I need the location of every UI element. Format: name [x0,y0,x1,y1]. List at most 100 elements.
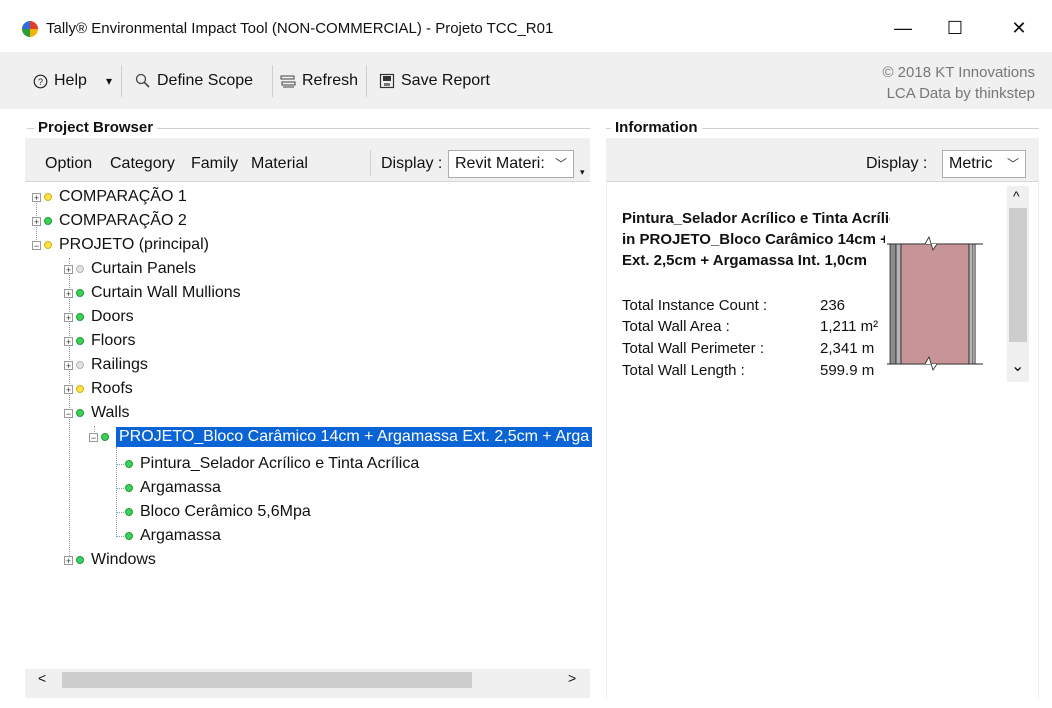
horizontal-scroll-thumb[interactable] [62,672,472,688]
information-title: Information [611,119,702,136]
tree-item-wall-type-selected[interactable]: − PROJETO_Bloco Carâmico 14cm + Argamass… [89,425,593,449]
collapse-icon[interactable]: − [64,408,73,418]
status-green-icon [76,289,84,297]
toolbar-separator [121,65,122,97]
expand-icon[interactable]: + [64,360,73,370]
tree-item-label: Curtain Panels [91,260,196,277]
overflow-icon[interactable]: ▾ [580,167,585,178]
tree-item-windows[interactable]: + Windows [64,548,156,572]
toolbar-separator [272,65,273,97]
expand-icon[interactable]: + [64,288,73,298]
stat-value: 599.9 m [820,362,875,379]
toolbar-separator [366,65,367,97]
wall-section-diagram [885,232,985,372]
help-button[interactable]: ? Help [33,70,87,92]
status-yellow-icon [76,385,84,393]
tree-item-comparacao-1[interactable]: + COMPARAÇÃO 1 [32,185,187,209]
expand-icon[interactable]: + [64,384,73,394]
help-dropdown-arrow[interactable]: ▾ [106,70,112,92]
info-display-label: Display : [866,155,928,172]
browser-display-dropdown[interactable]: Revit Materi: ﹀ [448,150,574,178]
sort-family-link[interactable]: Family [191,155,238,173]
info-heading-line: Ext. 2,5cm + Argamassa Int. 1,0cm [622,252,867,269]
stat-value: 2,341 m [820,340,875,357]
tree-connector [116,488,124,489]
status-green-icon [76,409,84,417]
tree-item-label: Argamassa [140,479,221,496]
sort-category-link[interactable]: Category [110,155,175,173]
scroll-down-arrow[interactable]: ⌄ [1011,356,1024,376]
save-report-label: Save Report [401,72,490,89]
sort-option-link[interactable]: Option [45,155,92,173]
browser-display-value: Revit Materi: [455,155,545,172]
tree-item-argamassa-int[interactable]: Argamassa [125,524,221,548]
stat-label: Total Wall Length : [622,362,745,379]
minimize-button[interactable]: — [880,12,926,44]
browser-display-label: Display : [381,155,443,172]
tree-item-label: Floors [91,332,136,349]
tree-item-label: Argamassa [140,527,221,544]
tree-item-roofs[interactable]: + Roofs [64,377,133,401]
scroll-right-arrow[interactable]: > [568,670,576,686]
save-report-button[interactable]: Save Report [379,70,490,92]
stat-label: Total Wall Perimeter : [622,340,764,357]
tree-item-comparacao-2[interactable]: + COMPARAÇÃO 2 [32,209,187,233]
tree-item-label: Doors [91,308,134,325]
tree-item-label: Railings [91,356,148,373]
tree-item-pintura[interactable]: Pintura_Selador Acrílico e Tinta Acrílic… [125,452,419,476]
status-yellow-icon [44,241,52,249]
tree-item-label: COMPARAÇÃO 1 [59,188,187,205]
tree-item-label: Walls [91,404,130,421]
expand-icon[interactable]: + [64,555,73,565]
copyright-text: © 2018 KT Innovations [882,64,1035,81]
expand-icon[interactable]: + [32,192,41,202]
help-icon: ? [33,74,48,88]
tree-item-railings[interactable]: + Railings [64,353,148,377]
define-scope-button[interactable]: Define Scope [135,70,253,92]
tree-item-doors[interactable]: + Doors [64,305,134,329]
tree-connector [116,464,124,465]
refresh-button[interactable]: Refresh [280,70,358,92]
collapse-icon[interactable]: − [32,240,41,250]
chevron-down-icon: ﹀ [1006,157,1019,171]
tree-item-curtain-wall-mullions[interactable]: + Curtain Wall Mullions [64,281,241,305]
expand-icon[interactable]: + [64,264,73,274]
status-green-icon [125,484,133,492]
close-button[interactable]: ✕ [996,12,1042,44]
expand-icon[interactable]: + [64,336,73,346]
tree-item-walls[interactable]: − Walls [64,401,130,425]
info-heading-line: Pintura_Selador Acrílico e Tinta Acrílic… [622,210,890,227]
svg-text:?: ? [38,77,43,87]
expand-icon[interactable]: + [64,312,73,322]
project-browser-title: Project Browser [34,119,158,136]
sort-material-link[interactable]: Material [251,155,308,173]
refresh-label: Refresh [302,72,359,89]
stat-label: Total Wall Area : [622,318,730,335]
maximize-button[interactable]: ☐ [932,12,978,44]
tree-item-projeto-principal[interactable]: − PROJETO (principal) [32,233,209,257]
status-green-icon [125,532,133,540]
define-scope-label: Define Scope [157,72,254,89]
collapse-icon[interactable]: − [89,432,98,442]
refresh-icon [280,75,296,88]
vertical-scroll-thumb[interactable] [1009,208,1027,342]
tree-item-label: COMPARAÇÃO 2 [59,212,187,229]
scroll-up-arrow[interactable]: ^ [1013,188,1020,204]
tree-item-curtain-panels[interactable]: + Curtain Panels [64,257,196,281]
tree-item-bloco-ceramico[interactable]: Bloco Cerâmico 5,6Mpa [125,500,311,524]
stat-label: Total Instance Count : [622,297,768,314]
expand-icon[interactable]: + [32,216,41,226]
status-green-icon [76,337,84,345]
window-title: Tally® Environmental Impact Tool (NON-CO… [46,20,554,37]
status-green-icon [101,433,109,441]
tree-item-floors[interactable]: + Floors [64,329,135,353]
unit-display-dropdown[interactable]: Metric ﹀ [942,150,1026,178]
unit-display-value: Metric [949,155,993,172]
scroll-left-arrow[interactable]: < [38,670,46,686]
stat-value: 236 [820,297,846,314]
tree-item-label: Pintura_Selador Acrílico e Tinta Acrílic… [140,455,420,472]
sort-separator [370,150,371,176]
tree-connector [116,447,117,537]
tree-item-argamassa-ext[interactable]: Argamassa [125,476,221,500]
status-green-icon [76,313,84,321]
